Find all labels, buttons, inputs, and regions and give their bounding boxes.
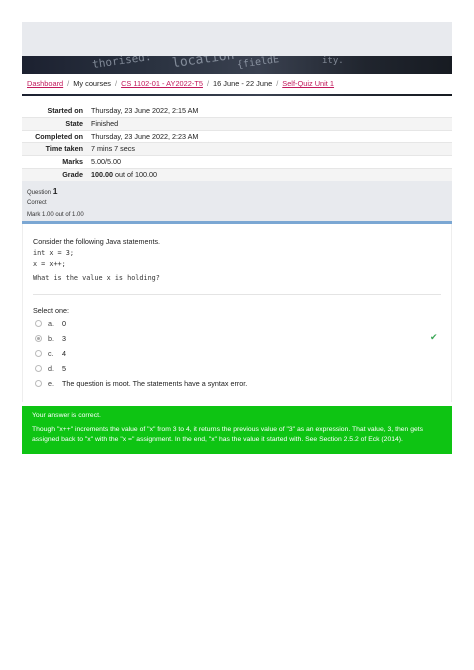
- breadcrumb-separator: /: [115, 79, 118, 88]
- content-divider: [33, 294, 441, 295]
- summary-label: Marks: [62, 157, 83, 167]
- breadcrumb-link-dashboard[interactable]: Dashboard: [27, 79, 63, 88]
- radio-button[interactable]: [35, 319, 42, 327]
- summary-row-grade: Grade 100.00 out of 100.00: [22, 168, 452, 182]
- summary-value: 5.00/5.00: [91, 157, 121, 167]
- question-label: Question: [27, 190, 52, 196]
- page-header-band: [22, 22, 452, 56]
- banner-code-text: ity.: [322, 56, 344, 66]
- radio-button[interactable]: [35, 364, 42, 372]
- summary-row-completed: Completed on Thursday, 23 June 2022, 2:2…: [22, 131, 452, 144]
- breadcrumb-separator: /: [276, 79, 279, 88]
- quiz-summary-table: Started on Thursday, 23 June 2022, 2:15 …: [22, 105, 452, 182]
- summary-label: State: [65, 118, 83, 128]
- breadcrumb-separator: /: [67, 79, 70, 88]
- question-state: Correct: [27, 200, 47, 206]
- option-text: 5: [62, 363, 66, 373]
- question-number-value: 1: [52, 186, 58, 196]
- summary-row-state: State Finished: [22, 117, 452, 131]
- banner-code-text: {fieldE: [236, 56, 280, 71]
- feedback-panel: Your answer is correct. Though "x++" inc…: [22, 406, 452, 454]
- breadcrumb-link-quiz[interactable]: Self-Quiz Unit 1: [282, 79, 334, 88]
- option-text: The question is moot. The statements hav…: [62, 378, 248, 388]
- option-text: 3: [62, 333, 66, 343]
- answer-option-a[interactable]: a. 0: [35, 318, 66, 328]
- question-mark: Mark 1.00 out of 1.00: [27, 212, 84, 218]
- option-letter: b.: [48, 333, 54, 343]
- summary-label: Time taken: [45, 144, 83, 154]
- summary-value: 7 mins 7 secs: [91, 144, 135, 154]
- option-letter: d.: [48, 363, 54, 373]
- summary-row-started: Started on Thursday, 23 June 2022, 2:15 …: [22, 105, 452, 118]
- grade-score: 100.00: [91, 169, 113, 179]
- option-letter: a.: [48, 318, 54, 328]
- radio-button[interactable]: [35, 379, 42, 387]
- summary-value: Thursday, 23 June 2022, 2:15 AM: [91, 106, 199, 115]
- option-letter: c.: [48, 348, 54, 358]
- breadcrumb-separator: /: [206, 79, 210, 88]
- option-text: 4: [62, 348, 66, 358]
- summary-row-time-taken: Time taken 7 mins 7 secs: [22, 143, 452, 157]
- breadcrumb-week: 16 June - 22 June: [213, 79, 273, 88]
- feedback-status: Your answer is correct.: [32, 412, 101, 419]
- code-line: int x = 3;: [33, 249, 74, 257]
- radio-button-checked[interactable]: [35, 334, 42, 342]
- banner-code-text: thorised:: [91, 56, 153, 72]
- option-text: 0: [62, 318, 66, 328]
- breadcrumb: Dashboard / My courses / CS 1102-01 - AY2022…: [22, 74, 452, 94]
- question-prompt: What is the value x is holding?: [33, 274, 160, 282]
- summary-value: Thursday, 23 June 2022, 2:23 AM: [91, 131, 199, 141]
- question-info-panel: Question 1 Correct Mark 1.00 out of 1.00: [22, 181, 452, 221]
- option-letter: e.: [48, 378, 54, 388]
- summary-value: 100.00 out of 100.00: [89, 169, 157, 181]
- question-content: Consider the following Java statements. …: [22, 224, 452, 402]
- answer-option-d[interactable]: d. 5: [35, 363, 66, 373]
- code-line: x = x++;: [33, 260, 66, 268]
- summary-row-marks: Marks 5.00/5.00: [22, 156, 452, 169]
- banner-code-text: location: [171, 56, 236, 72]
- select-one-label: Select one:: [33, 306, 69, 315]
- breadcrumb-my-courses: My courses: [73, 79, 112, 88]
- radio-button[interactable]: [35, 349, 42, 357]
- summary-label: Started on: [47, 106, 83, 115]
- answer-option-c[interactable]: c. 4: [35, 348, 66, 358]
- summary-label: Completed on: [35, 131, 83, 141]
- answer-option-b[interactable]: b. 3: [35, 333, 66, 343]
- feedback-explanation: Though "x++" increments the value of "x"…: [32, 426, 424, 443]
- summary-value: Finished: [91, 118, 119, 128]
- breadcrumb-link-course[interactable]: CS 1102-01 - AY2022-T5: [121, 79, 203, 88]
- check-icon: ✔: [430, 332, 438, 342]
- question-text: Consider the following Java statements.: [33, 237, 161, 246]
- question-number: Question 1: [27, 186, 57, 196]
- summary-label: Grade: [62, 169, 83, 179]
- grade-out-of: out of 100.00: [112, 169, 157, 179]
- answer-option-e[interactable]: e. The question is moot. The statements …: [35, 378, 247, 388]
